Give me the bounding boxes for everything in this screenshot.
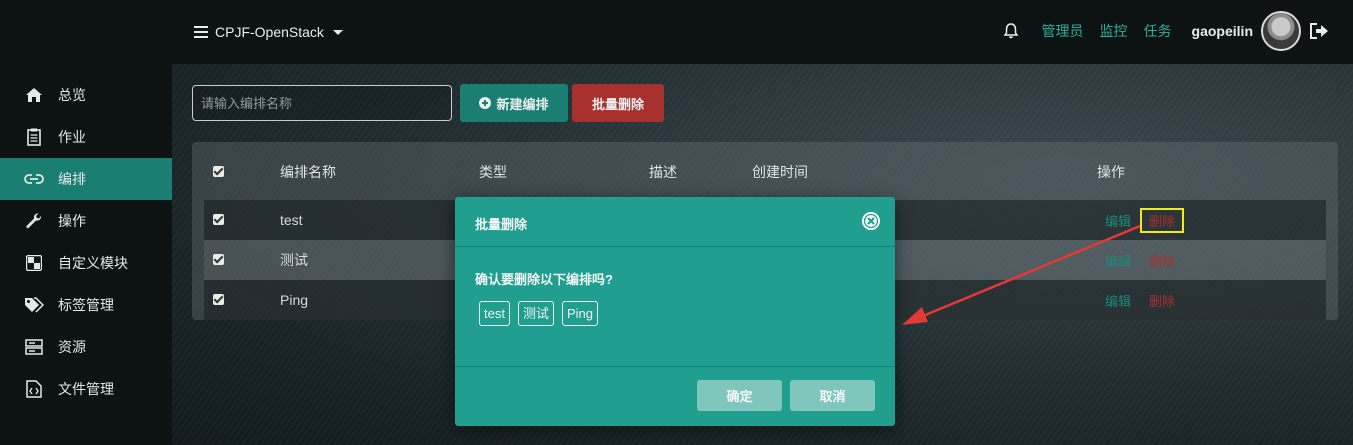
cancel-button[interactable]: 取消: [790, 380, 875, 411]
edit-link[interactable]: 编辑: [1105, 291, 1131, 310]
divider: [455, 366, 895, 367]
new-orchestration-button[interactable]: 新建编排: [460, 84, 568, 122]
row-name: Ping: [280, 292, 309, 308]
clipboard-icon: [24, 128, 44, 146]
dialog-title: 批量删除: [475, 217, 528, 232]
list-icon: [194, 26, 208, 38]
sidebar-item-label: 编排: [58, 171, 86, 187]
close-icon[interactable]: [861, 211, 881, 231]
sidebar-item-label: 自定义模块: [58, 255, 128, 271]
link-icon: [24, 170, 44, 188]
sidebar: 总览 作业 编排 操作 自定义模块 标签管理 资源 文件管理: [0, 64, 172, 445]
sidebar-item-label: 标签管理: [58, 297, 114, 313]
header-type: 类型: [479, 164, 507, 180]
tags-icon: [24, 296, 44, 314]
bell-icon[interactable]: [1002, 22, 1020, 40]
sidebar-item-label: 资源: [58, 339, 86, 355]
delete-link[interactable]: 删除: [1140, 207, 1185, 233]
header-desc: 描述: [649, 164, 677, 180]
new-orchestration-label: 新建编排: [496, 96, 549, 112]
row-checkbox[interactable]: [213, 254, 224, 265]
edit-link[interactable]: 编辑: [1105, 251, 1131, 270]
select-all-checkbox[interactable]: [213, 166, 224, 177]
logout-icon[interactable]: [1309, 22, 1329, 40]
sidebar-item-orchestration[interactable]: 编排: [0, 158, 172, 200]
divider: [455, 246, 895, 247]
selected-items: test 测试 Ping: [479, 301, 599, 326]
plus-circle-icon: [479, 97, 492, 109]
sidebar-item-file-management[interactable]: 文件管理: [0, 368, 172, 410]
confirm-message: 确认要删除以下编排吗?: [475, 272, 613, 287]
selected-item-tag: 测试: [517, 301, 554, 326]
row-name: 测试: [280, 252, 308, 268]
top-right-menu: 管理员 监控 任务 gaopeilin: [1002, 10, 1329, 52]
tasks-link[interactable]: 任务: [1144, 21, 1172, 41]
table-header: 编排名称 类型 描述 创建时间 操作: [204, 152, 1326, 192]
search-input[interactable]: [192, 85, 452, 121]
row-name: test: [280, 212, 303, 228]
file-code-icon: [24, 380, 44, 398]
delete-link[interactable]: 删除: [1149, 251, 1175, 270]
row-checkbox[interactable]: [213, 214, 224, 225]
selected-item-tag: Ping: [561, 301, 599, 326]
project-selector[interactable]: CPJF-OpenStack: [194, 21, 343, 43]
sidebar-item-label: 操作: [58, 213, 86, 229]
sidebar-item-resources[interactable]: 资源: [0, 326, 172, 368]
home-icon: [24, 86, 44, 104]
confirm-button[interactable]: 确定: [697, 380, 782, 411]
row-checkbox[interactable]: [213, 294, 224, 305]
module-icon: [24, 254, 44, 272]
header-actions: 操作: [1097, 164, 1125, 180]
avatar[interactable]: [1261, 11, 1301, 51]
sidebar-item-custom-modules[interactable]: 自定义模块: [0, 242, 172, 284]
batch-delete-button[interactable]: 批量删除: [572, 84, 664, 122]
chevron-down-icon: [332, 29, 343, 35]
delete-link[interactable]: 删除: [1149, 291, 1175, 310]
sidebar-item-tag-management[interactable]: 标签管理: [0, 284, 172, 326]
sidebar-item-label: 总览: [58, 87, 86, 103]
sidebar-item-label: 文件管理: [58, 381, 114, 397]
wrench-icon: [24, 212, 44, 230]
header-created: 创建时间: [752, 164, 808, 180]
sidebar-item-overview[interactable]: 总览: [0, 74, 172, 116]
batch-delete-dialog: 批量删除 确认要删除以下编排吗? test 测试 Ping 确定 取消: [455, 197, 895, 426]
header-name: 编排名称: [280, 164, 336, 180]
username[interactable]: gaopeilin: [1192, 23, 1253, 39]
sidebar-item-label: 作业: [58, 129, 86, 145]
sidebar-item-operations[interactable]: 操作: [0, 200, 172, 242]
edit-link[interactable]: 编辑: [1105, 211, 1131, 230]
top-bar: CPJF-OpenStack 管理员 监控 任务 gaopeilin: [0, 0, 1353, 64]
server-icon: [24, 338, 44, 356]
monitor-link[interactable]: 监控: [1100, 21, 1128, 41]
project-name: CPJF-OpenStack: [215, 24, 324, 40]
sidebar-item-jobs[interactable]: 作业: [0, 116, 172, 158]
admin-link[interactable]: 管理员: [1042, 21, 1084, 41]
selected-item-tag: test: [479, 301, 510, 326]
